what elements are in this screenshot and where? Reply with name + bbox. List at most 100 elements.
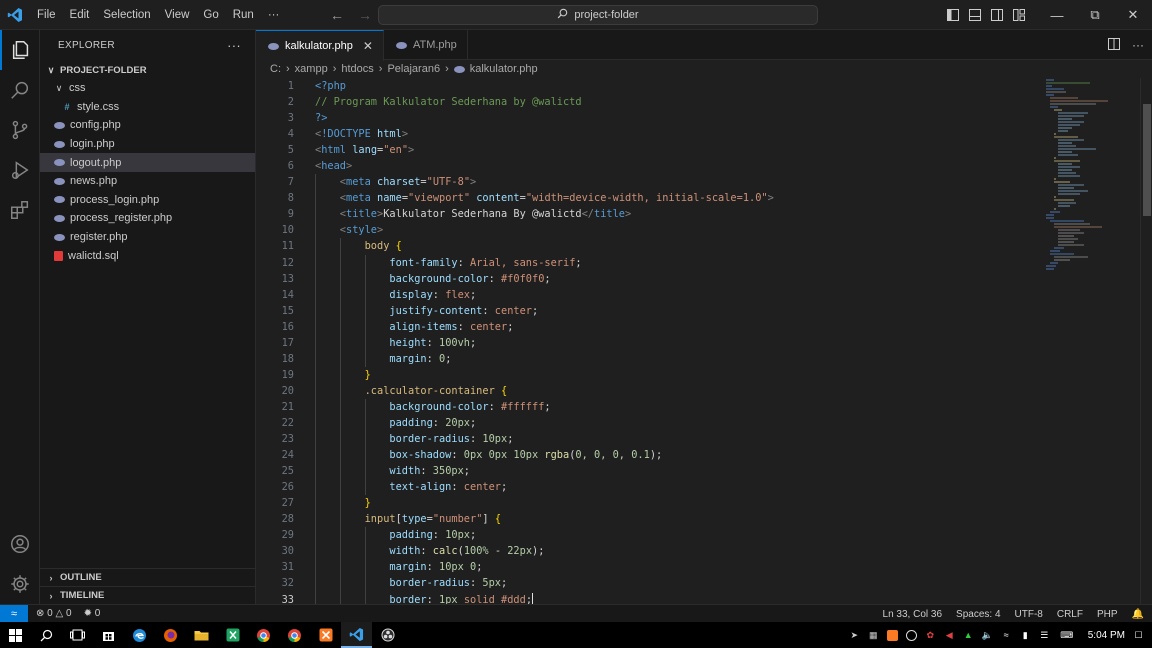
breadcrumb-item[interactable]: xampp <box>295 63 328 75</box>
scrollbar-thumb[interactable] <box>1143 104 1151 216</box>
run-debug-icon[interactable] <box>0 150 40 190</box>
explorer-icon[interactable] <box>0 30 40 70</box>
tray-app-icon[interactable]: ◀ <box>944 630 955 641</box>
vscode-taskbar-icon[interactable] <box>341 622 372 648</box>
indent-guide <box>364 463 366 480</box>
split-editor-icon[interactable] <box>1108 37 1120 53</box>
outline-section[interactable]: › OUTLINE <box>40 568 256 586</box>
ports-indicator[interactable]: ✹ 0 <box>84 608 101 619</box>
extensions-icon[interactable] <box>0 190 40 230</box>
action-center-icon[interactable]: ☐ <box>1133 630 1144 641</box>
accounts-icon[interactable] <box>0 524 40 564</box>
code-token: ; <box>463 465 470 478</box>
file-item[interactable]: process_login.php <box>40 191 255 210</box>
tree-item-label: logout.php <box>70 156 122 169</box>
file-item[interactable]: login.php <box>40 135 255 154</box>
language-mode[interactable]: PHP <box>1097 609 1118 620</box>
forward-arrow-icon[interactable]: → <box>358 7 372 23</box>
wifi-icon[interactable]: ≈ <box>1001 630 1012 641</box>
indent-guide <box>315 190 316 207</box>
menu-item-run[interactable]: Run <box>226 0 261 30</box>
indentation[interactable]: Spaces: 4 <box>956 609 1000 620</box>
code-editor[interactable]: 1 <?php 2 // Program Kalkulator Sederhana b… <box>256 78 1136 606</box>
project-folder-root[interactable]: ∨ PROJECT-FOLDER <box>40 61 255 79</box>
file-item[interactable]: config.php <box>40 116 255 135</box>
cursor-position[interactable]: Ln 33, Col 36 <box>883 609 943 620</box>
file-item[interactable]: register.php <box>40 228 255 247</box>
timeline-section[interactable]: › TIMELINE <box>40 586 256 604</box>
edge-browser-icon[interactable] <box>124 622 155 648</box>
tray-app-icon[interactable]: ✿ <box>925 630 936 641</box>
breadcrumb-item[interactable]: Pelajaran6 <box>387 63 440 75</box>
toggle-panel-icon[interactable] <box>964 0 986 30</box>
spreadsheet-app-icon[interactable] <box>217 622 248 648</box>
editor-tab[interactable]: kalkulator.php ✕ <box>256 30 384 61</box>
tray-app-icon[interactable]: ▲ <box>963 630 974 641</box>
close-tab-icon[interactable]: ✕ <box>363 39 373 53</box>
tray-app-icon[interactable]: ➤ <box>849 630 860 641</box>
search-view-icon[interactable] <box>0 70 40 110</box>
task-view-icon[interactable] <box>62 622 93 648</box>
file-explorer-icon[interactable] <box>186 622 217 648</box>
php-file-icon <box>54 214 65 222</box>
editor-scrollbar[interactable] <box>1140 78 1152 606</box>
restore-icon[interactable]: ⧉ <box>1076 0 1114 30</box>
breadcrumb-item[interactable]: htdocs <box>341 63 373 75</box>
file-item[interactable]: process_register.php <box>40 209 255 228</box>
indent-guide <box>364 302 366 319</box>
breadcrumb-item[interactable]: kalkulator.php <box>470 63 538 75</box>
breadcrumb-item[interactable]: C: <box>270 63 281 75</box>
encoding[interactable]: UTF-8 <box>1015 609 1043 620</box>
taskbar-search-icon[interactable] <box>31 622 62 648</box>
source-control-icon[interactable] <box>0 110 40 150</box>
tray-app-icon[interactable] <box>905 629 917 641</box>
command-center-search[interactable]: project-folder <box>378 5 818 25</box>
chrome-profile-icon[interactable] <box>279 622 310 648</box>
file-item[interactable]: logout.php <box>40 153 255 172</box>
explorer-more-actions-icon[interactable]: ··· <box>227 38 241 53</box>
obs-recorder-icon[interactable] <box>372 622 403 648</box>
file-item[interactable]: walictd.sql <box>40 246 255 265</box>
back-arrow-icon[interactable]: ← <box>330 7 344 23</box>
battery-icon[interactable]: ▮ <box>1020 630 1031 641</box>
editor-more-actions-icon[interactable]: ··· <box>1132 38 1144 52</box>
windows-start-icon[interactable] <box>0 622 31 648</box>
code-token: ; <box>470 416 477 429</box>
customize-layout-icon[interactable] <box>1008 0 1030 30</box>
xampp-icon[interactable] <box>310 622 341 648</box>
menu-item-view[interactable]: View <box>158 0 197 30</box>
code-token: box-shadow <box>389 449 452 462</box>
menu-item-selection[interactable]: Selection <box>96 0 157 30</box>
menu-item-more[interactable]: ··· <box>261 0 287 30</box>
chrome-icon[interactable] <box>248 622 279 648</box>
tray-app-icon[interactable] <box>886 629 898 641</box>
code-text: input[type="number"] { <box>365 511 501 527</box>
firefox-icon[interactable] <box>155 622 186 648</box>
microsoft-store-icon[interactable] <box>93 622 124 648</box>
remote-indicator-icon[interactable]: ≈ <box>0 604 28 623</box>
code-token: body <box>364 240 390 253</box>
volume-icon[interactable]: 🔈 <box>982 630 993 641</box>
minimap[interactable] <box>1044 78 1140 606</box>
menu-item-edit[interactable]: Edit <box>63 0 97 30</box>
settings-gear-icon[interactable] <box>0 564 40 604</box>
minimize-icon[interactable]: — <box>1038 0 1076 30</box>
folder-item[interactable]: ∨ css <box>40 79 255 98</box>
editor-tab[interactable]: ATM.php <box>384 30 468 60</box>
close-window-icon[interactable]: ✕ <box>1114 0 1152 30</box>
keyboard-icon[interactable]: ⌨ <box>1058 630 1076 641</box>
menu-item-go[interactable]: Go <box>196 0 225 30</box>
end-of-line[interactable]: CRLF <box>1057 609 1083 620</box>
code-text: <html lang="en"> <box>315 142 414 158</box>
tray-app-icon[interactable]: ▦ <box>868 630 879 641</box>
notifications-bell-icon[interactable]: 🔔 <box>1132 609 1144 620</box>
activity-bar-bottom <box>0 524 40 604</box>
toggle-primary-sidebar-icon[interactable] <box>942 0 964 30</box>
notifications-icon[interactable]: ☰ <box>1039 630 1050 641</box>
problems-indicator[interactable]: ⊗ 0 △ 0 <box>36 608 72 619</box>
toggle-secondary-sidebar-icon[interactable] <box>986 0 1008 30</box>
file-item[interactable]: news.php <box>40 172 255 191</box>
file-item[interactable]: # style.css <box>40 98 255 117</box>
menu-item-file[interactable]: File <box>30 0 63 30</box>
taskbar-clock[interactable]: 5:04 PM <box>1088 630 1125 641</box>
